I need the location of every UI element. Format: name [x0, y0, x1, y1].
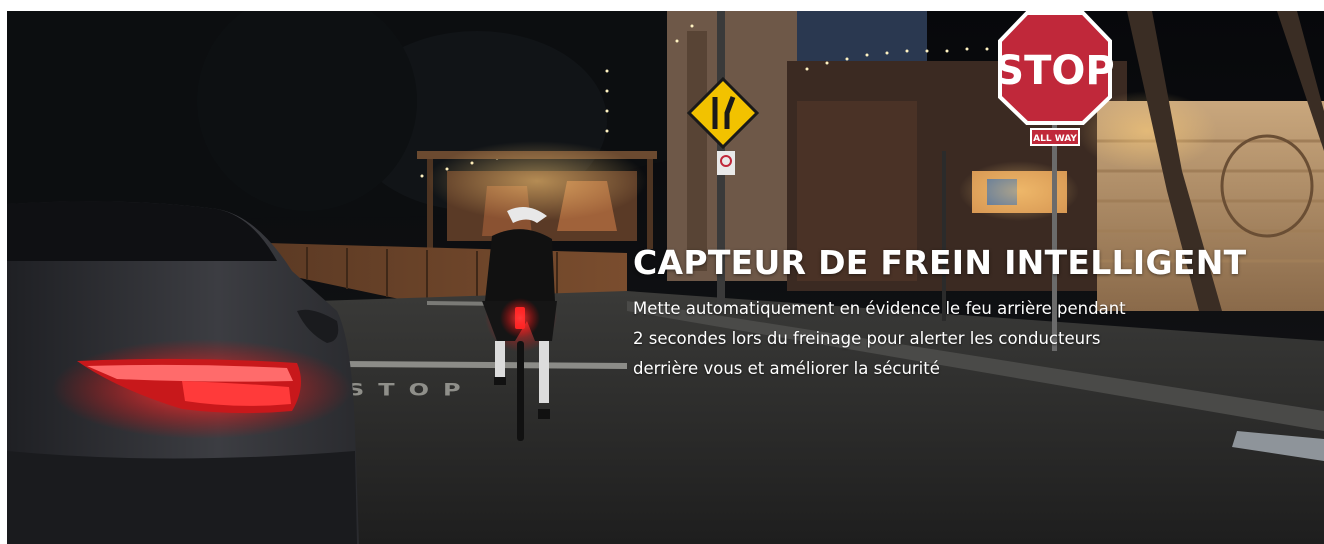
stop-sign-plate: ALL WAY	[1033, 134, 1077, 144]
hero-description: Mette automatiquement en évidence le feu…	[633, 294, 1293, 384]
no-parking-sign-icon	[717, 151, 735, 175]
road-stop-marking: STOP	[347, 380, 475, 399]
hero-description-line: 2 secondes lors du freinage pour alerter…	[633, 329, 1101, 348]
hero-title: CAPTEUR DE FREIN INTELLIGENT	[633, 243, 1247, 282]
hero-description-line: Mette automatiquement en évidence le feu…	[633, 299, 1126, 318]
hero-description-line: derrière vous et améliorer la sécurité	[633, 359, 940, 378]
stop-sign-text: STOP	[995, 48, 1114, 94]
hero-banner: STOP STOP ALL WAY CAPTEUR DE FREIN INTEL…	[7, 11, 1324, 544]
hero-copy: CAPTEUR DE FREIN INTELLIGENT Mette autom…	[633, 243, 1293, 384]
